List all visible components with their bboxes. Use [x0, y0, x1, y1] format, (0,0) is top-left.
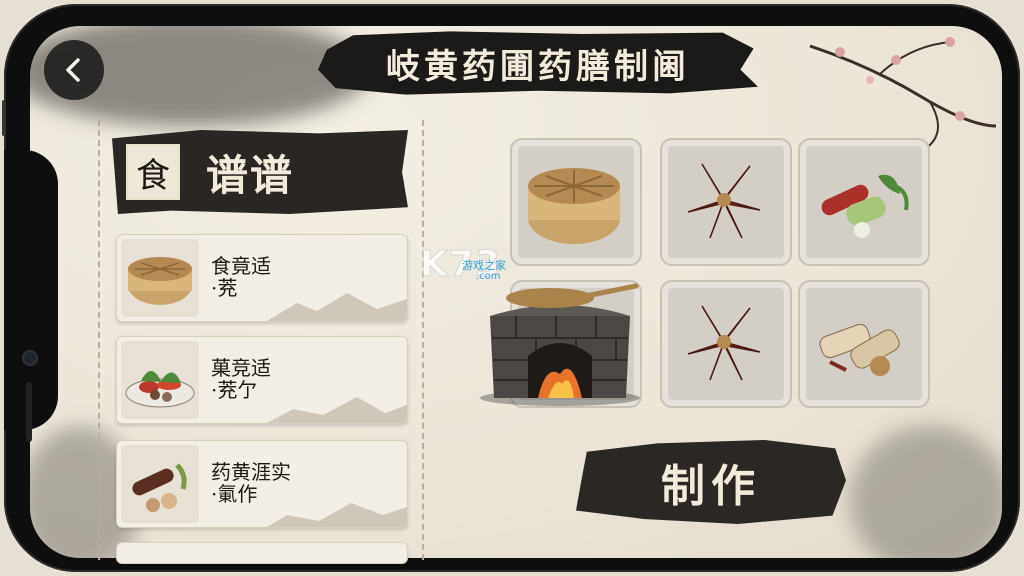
- recipe-card[interactable]: 菓竞适 ·茺亇: [116, 336, 408, 424]
- recipe-card[interactable]: [116, 542, 408, 564]
- craft-button[interactable]: 制作: [576, 440, 846, 524]
- recipe-card[interactable]: 食竟适 ·茺: [116, 234, 408, 322]
- watermark-url: .com: [476, 271, 501, 282]
- recipe-header: 食 谱谱: [112, 130, 408, 214]
- root-slices-icon: [121, 445, 199, 523]
- root-slices-icon: [819, 323, 900, 376]
- camera-icon: [22, 350, 38, 366]
- vegetables-icon: [821, 174, 909, 238]
- recipe-card[interactable]: 药黄涯实 ·氭作: [116, 440, 408, 528]
- dried-herb-flower-icon: [687, 163, 761, 239]
- ingredient-slot[interactable]: [798, 138, 930, 266]
- ink-mountain-icon: [267, 397, 407, 423]
- back-button[interactable]: [44, 40, 104, 100]
- craft-button-label: 制作: [661, 461, 761, 512]
- phone-notch: [4, 150, 58, 442]
- recipe-name: 食竟适 ·茺: [211, 254, 271, 300]
- speaker-grille: [26, 382, 32, 442]
- ink-mountain-bottom-right: [850, 426, 1002, 558]
- recipe-name: 菓竞适 ·茺亇: [211, 356, 271, 402]
- title-banner: 岐黄药圃药膳制阃: [318, 30, 758, 96]
- food-seal-icon: 食: [126, 144, 180, 200]
- ingredient-slot[interactable]: [660, 280, 792, 408]
- dried-herb-flower-icon: [687, 305, 761, 381]
- steamer-basket-icon: [528, 168, 620, 244]
- side-button: [2, 100, 6, 136]
- chevron-left-icon: [66, 58, 80, 82]
- ingredient-slot[interactable]: [798, 280, 930, 408]
- ingredient-slot[interactable]: [660, 138, 792, 266]
- ink-mountain-icon: [267, 293, 407, 321]
- ingredient-slot[interactable]: [510, 138, 642, 266]
- vegetable-platter-icon: [121, 341, 199, 419]
- stage: 岐黄药圃药膳制阃 食 谱谱 食竟适 ·茺 菓竞适 ·茺亇 药黄涯实 ·氭作 制作…: [0, 0, 1024, 576]
- page-title: 岐黄药圃药膳制阃: [386, 46, 690, 87]
- ink-mountain-icon: [267, 503, 407, 527]
- steamer-basket-icon: [121, 239, 199, 317]
- stove-with-wok-icon: [480, 283, 640, 406]
- recipe-panel-title: 谱谱: [206, 151, 295, 200]
- plum-blossom-branch-icon: [809, 37, 997, 153]
